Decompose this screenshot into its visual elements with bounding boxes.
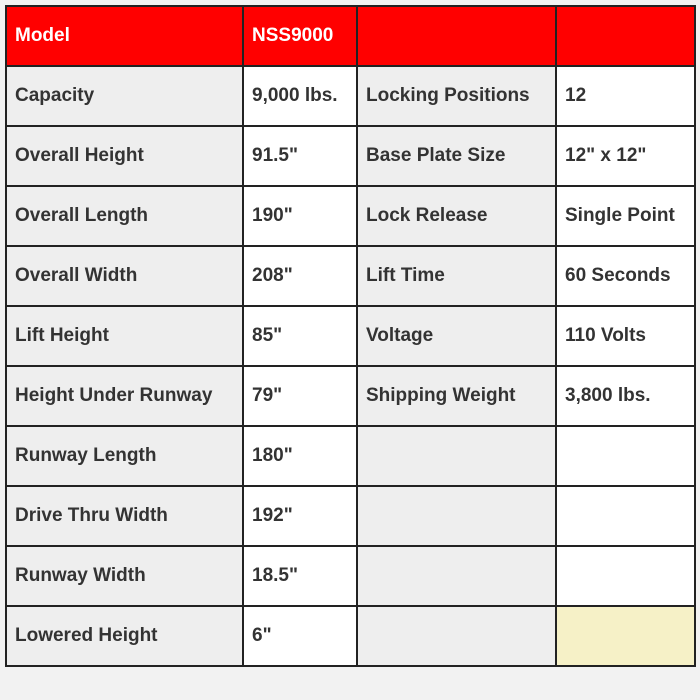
spec-label: Capacity <box>5 65 244 127</box>
spec-label: Overall Height <box>5 125 244 187</box>
spec-label: Voltage <box>356 305 557 367</box>
header-cell-model: Model <box>5 5 244 67</box>
table-row: Overall Height 91.5" Base Plate Size 12"… <box>5 125 696 187</box>
spec-label <box>356 605 557 667</box>
spec-label: Lowered Height <box>5 605 244 667</box>
spec-label: Runway Length <box>5 425 244 487</box>
spec-label: Lock Release <box>356 185 557 247</box>
table-header-row: Model NSS9000 <box>5 5 696 67</box>
spec-value: 79" <box>242 365 358 427</box>
table-row: Height Under Runway 79" Shipping Weight … <box>5 365 696 427</box>
spec-value: 91.5" <box>242 125 358 187</box>
spec-value <box>555 485 696 547</box>
table-row: Lift Height 85" Voltage 110 Volts <box>5 305 696 367</box>
spec-label: Overall Length <box>5 185 244 247</box>
spec-label: Drive Thru Width <box>5 485 244 547</box>
spec-value: 192" <box>242 485 358 547</box>
spec-value: 12" x 12" <box>555 125 696 187</box>
spec-label <box>356 485 557 547</box>
spec-label <box>356 425 557 487</box>
header-cell-empty <box>555 5 696 67</box>
table-row: Overall Length 190" Lock Release Single … <box>5 185 696 247</box>
spec-table: Model NSS9000 Capacity 9,000 lbs. Lockin… <box>5 5 696 667</box>
table-row: Runway Width 18.5" <box>5 545 696 607</box>
spec-value: 9,000 lbs. <box>242 65 358 127</box>
spec-value: 180" <box>242 425 358 487</box>
spec-value: 190" <box>242 185 358 247</box>
spec-value: Single Point <box>555 185 696 247</box>
spec-value: 208" <box>242 245 358 307</box>
spec-value: 18.5" <box>242 545 358 607</box>
table-row: Capacity 9,000 lbs. Locking Positions 12 <box>5 65 696 127</box>
spec-value <box>555 425 696 487</box>
table-row: Runway Length 180" <box>5 425 696 487</box>
spec-label: Height Under Runway <box>5 365 244 427</box>
spec-label: Base Plate Size <box>356 125 557 187</box>
spec-value: 85" <box>242 305 358 367</box>
spec-value: 6" <box>242 605 358 667</box>
table-row: Drive Thru Width 192" <box>5 485 696 547</box>
table-row: Lowered Height 6" <box>5 605 696 667</box>
header-cell-model-value: NSS9000 <box>242 5 358 67</box>
spec-label: Runway Width <box>5 545 244 607</box>
spec-value: 60 Seconds <box>555 245 696 307</box>
spec-label: Overall Width <box>5 245 244 307</box>
table-row: Overall Width 208" Lift Time 60 Seconds <box>5 245 696 307</box>
spec-value: 110 Volts <box>555 305 696 367</box>
spec-label <box>356 545 557 607</box>
spec-value: 12 <box>555 65 696 127</box>
spec-label: Lift Height <box>5 305 244 367</box>
spec-value <box>555 545 696 607</box>
spec-value: 3,800 lbs. <box>555 365 696 427</box>
spec-label: Locking Positions <box>356 65 557 127</box>
highlighted-cell <box>555 605 696 667</box>
header-cell-empty <box>356 5 557 67</box>
spec-label: Shipping Weight <box>356 365 557 427</box>
spec-label: Lift Time <box>356 245 557 307</box>
